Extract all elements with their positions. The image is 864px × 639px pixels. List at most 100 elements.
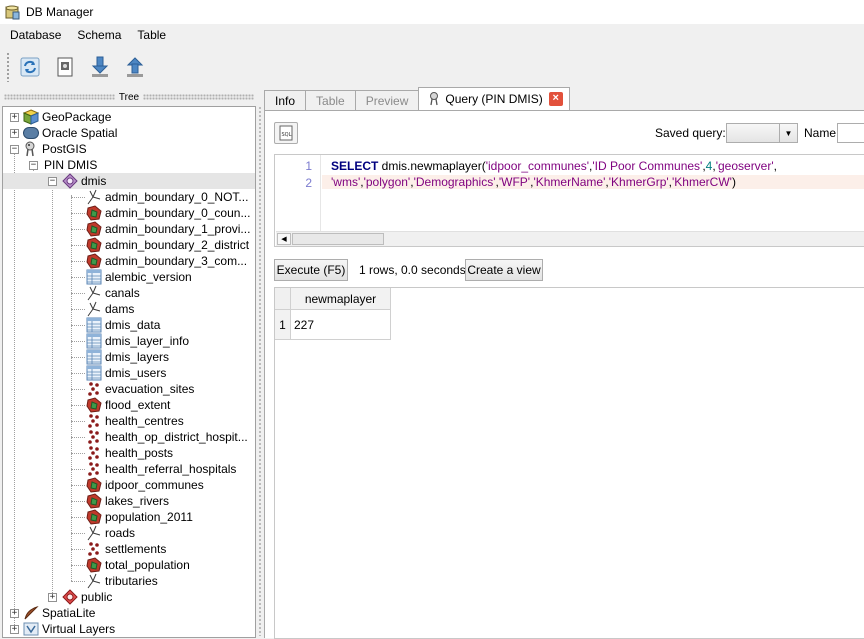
close-tab-icon[interactable]: × [548,92,563,106]
tree-item-table[interactable]: roads [3,525,255,541]
tree-item-table[interactable]: flood_extent [3,397,255,413]
tree-view[interactable]: + GeoPackage + Oracle Spatial − PostGIS … [2,106,256,638]
tab-table[interactable]: Table [305,90,356,110]
tree-item-oracle-spatial[interactable]: + Oracle Spatial [3,125,255,141]
editor-horizontal-scrollbar[interactable]: ◀ [276,231,864,246]
execute-button[interactable]: Execute (F5) [274,259,348,281]
tree-item-table[interactable]: settlements [3,541,255,557]
tree-item-label: dmis_users [105,366,167,380]
tree-item-schema-public[interactable]: + public [3,589,255,605]
load-sql-button[interactable]: SQL [274,122,298,144]
tree-item-table[interactable]: idpoor_communes [3,477,255,493]
tree-item-label: flood_extent [105,398,171,412]
tree-item-geopackage[interactable]: + GeoPackage [3,109,255,125]
tree-item-table[interactable]: tributaries [3,573,255,589]
table-icon [86,349,102,365]
tab-preview[interactable]: Preview [354,90,420,110]
table-cell[interactable]: 227 [291,310,391,340]
dock-splitter[interactable] [258,106,262,636]
menu-table[interactable]: Table [131,28,172,42]
schema-icon [62,173,78,189]
import-layer-button[interactable] [86,53,114,81]
tree-item-spatialite[interactable]: + SpatiaLite [3,605,255,621]
results-table[interactable]: newmaplayer 1 227 [274,287,864,639]
tree-item-label: tributaries [105,574,158,588]
sql-window-button[interactable] [51,53,79,81]
tree-item-table[interactable]: dams [3,301,255,317]
expand-toggle[interactable]: + [10,608,19,618]
tab-query-label: Query (PIN DMIS) [445,92,543,106]
tree-item-table[interactable]: dmis_data [3,317,255,333]
tab-query[interactable]: Query (PIN DMIS) × [418,87,570,110]
tree-item-table[interactable]: health_op_district_hospit... [3,429,255,445]
tree-item-label: lakes_rivers [105,494,170,508]
toolbar-grip[interactable] [6,52,10,82]
tree-item-table[interactable]: population_2011 [3,509,255,525]
expand-toggle[interactable]: + [48,592,57,602]
tree-item-label: dmis_layer_info [105,334,190,348]
tree-item-table[interactable]: dmis_layers [3,349,255,365]
refresh-button[interactable] [16,53,44,81]
column-header[interactable]: newmaplayer [291,288,391,310]
table-icon [86,365,102,381]
line-layer-icon [86,573,102,589]
spatialite-feather-icon [23,605,39,621]
point-layer-icon [86,413,102,429]
tree-item-table[interactable]: admin_boundary_0_NOT... [3,189,255,205]
svg-text:SQL: SQL [282,132,292,138]
import-layer-icon [91,56,109,77]
line-number: 2 [305,176,312,190]
tree-item-virtual-layers[interactable]: + Virtual Layers [3,621,255,637]
tree-item-table[interactable]: health_posts [3,445,255,461]
tree-item-connection[interactable]: − PIN DMIS [3,157,255,173]
tree-item-label: idpoor_communes [105,478,204,492]
tree-item-label: PIN DMIS [44,158,98,172]
scroll-left-icon[interactable]: ◀ [277,233,291,245]
tree-item-table[interactable]: total_population [3,557,255,573]
menu-schema[interactable]: Schema [71,28,127,42]
tree-item-label: admin_boundary_3_com... [105,254,248,268]
polygon-layer-icon [86,205,102,221]
sql-line-1: SELECT dmis.newmaplayer('idpoor_communes… [331,159,777,173]
chevron-down-icon[interactable]: ▼ [779,124,797,142]
query-pane: SQL Saved query: ▼ Name 1 2 SELECT dmis.… [264,110,864,639]
menu-bar: Database Schema Table [0,24,864,46]
expand-toggle[interactable]: + [10,624,19,634]
point-layer-icon [86,461,102,477]
query-name-input[interactable] [837,123,864,143]
postgis-elephant-icon [23,141,39,157]
tree-item-table[interactable]: admin_boundary_0_coun... [3,205,255,221]
tree-item-table[interactable]: health_centres [3,413,255,429]
tree-item-table[interactable]: dmis_layer_info [3,333,255,349]
export-layer-button[interactable] [121,53,149,81]
row-header[interactable]: 1 [275,310,291,340]
create-view-button[interactable]: Create a view [465,259,543,281]
collapse-toggle[interactable]: − [48,176,57,186]
tree-item-table[interactable]: admin_boundary_2_district [3,237,255,253]
tree-item-postgis[interactable]: − PostGIS [3,141,255,157]
tree-item-table[interactable]: canals [3,285,255,301]
tree-item-table[interactable]: lakes_rivers [3,493,255,509]
tree-item-table[interactable]: evacuation_sites [3,381,255,397]
table-corner[interactable] [275,288,291,310]
tree-item-table[interactable]: alembic_version [3,269,255,285]
collapse-toggle[interactable]: − [29,160,38,170]
tree-item-table[interactable]: dmis_users [3,365,255,381]
collapse-toggle[interactable]: − [10,144,19,154]
menu-database[interactable]: Database [4,28,67,42]
point-layer-icon [86,445,102,461]
tab-info[interactable]: Info [264,90,307,110]
expand-toggle[interactable]: + [10,128,19,138]
tree-item-table[interactable]: admin_boundary_1_provi... [3,221,255,237]
tab-bar: Info Table Preview Query (PIN DMIS) × [264,87,570,110]
tree-item-label: admin_boundary_2_district [105,238,250,252]
expand-toggle[interactable]: + [10,112,19,122]
tree-item-schema-dmis[interactable]: − dmis [3,173,255,189]
tree-dock-title[interactable]: Tree [0,90,258,104]
sql-editor[interactable]: 1 2 SELECT dmis.newmaplayer('idpoor_comm… [274,154,864,247]
tree-item-table[interactable]: admin_boundary_3_com... [3,253,255,269]
scrollbar-thumb[interactable] [292,233,384,245]
tree-title: Tree [118,91,140,103]
saved-query-combo[interactable]: ▼ [726,123,798,143]
tree-item-table[interactable]: health_referral_hospitals [3,461,255,477]
